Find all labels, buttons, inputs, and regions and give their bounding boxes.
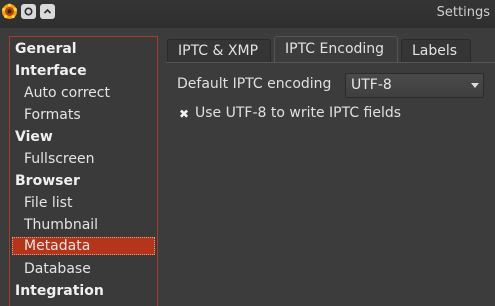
settings-tabs: IPTC & XMP Labels IPTC Encoding [166, 36, 495, 63]
encoding-select[interactable]: UTF-8 [345, 73, 484, 98]
chevron-down-icon [471, 83, 479, 88]
sidebar-item-general[interactable]: General [10, 38, 157, 60]
app-logo-icon [2, 3, 17, 19]
sidebar-item-database[interactable]: Database [10, 258, 157, 280]
sidebar-item-fullscreen[interactable]: Fullscreen [10, 148, 157, 170]
sidebar-item-formats[interactable]: Formats [10, 104, 157, 126]
default-encoding-label: Default IPTC encoding [177, 76, 332, 92]
sidebar-item-auto-correct[interactable]: Auto correct [10, 82, 157, 104]
sidebar-item-metadata[interactable]: Metadata [12, 237, 155, 255]
checkbox-checked-icon[interactable]: ✖ [177, 107, 191, 121]
tab-iptc-xmp[interactable]: IPTC & XMP [167, 39, 271, 63]
sidebar-item-file-list[interactable]: File list [10, 192, 157, 214]
sidebar-item-view[interactable]: View [10, 126, 157, 148]
close-button[interactable] [21, 4, 36, 19]
tab-labels[interactable]: Labels [401, 39, 471, 63]
title-bar: Settings [0, 0, 495, 28]
sidebar-item-integration[interactable]: Integration [10, 280, 157, 302]
window-title: Settings [436, 5, 490, 20]
sidebar-item-browser[interactable]: Browser [10, 170, 157, 192]
settings-window: Settings General Interface Auto correct … [0, 0, 495, 306]
sidebar-item-thumbnail[interactable]: Thumbnail [10, 214, 157, 236]
encoding-select-value: UTF-8 [351, 77, 392, 93]
utf8-checkbox-label[interactable]: Use UTF-8 to write IPTC fields [195, 105, 401, 121]
chevron-up-icon [43, 8, 52, 14]
tab-iptc-encoding[interactable]: IPTC Encoding [274, 36, 398, 63]
sidebar-item-interface[interactable]: Interface [10, 60, 157, 82]
close-icon [24, 7, 33, 16]
iptc-encoding-panel: Default IPTC encoding UTF-8 ✖ Use UTF-8 … [166, 62, 495, 306]
settings-sidebar: General Interface Auto correct Formats V… [9, 36, 158, 306]
collapse-button[interactable] [40, 4, 55, 19]
